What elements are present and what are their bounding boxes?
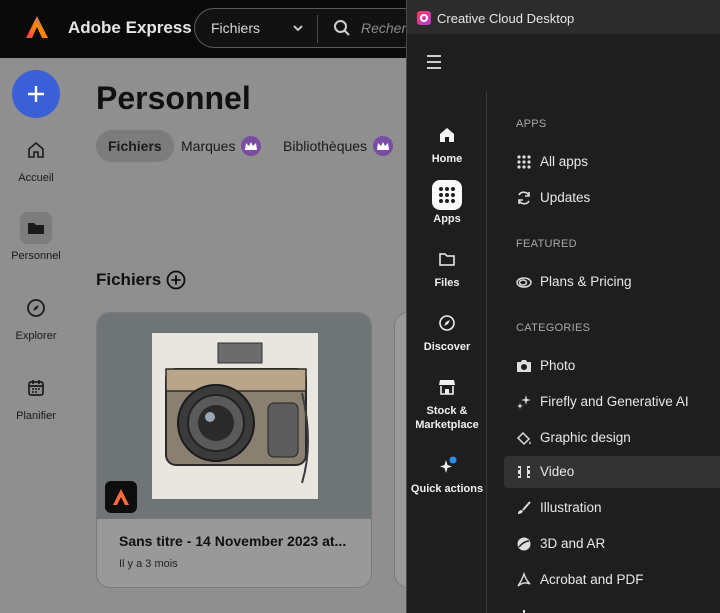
sparkle-icon xyxy=(432,450,462,480)
nav-label: Discover xyxy=(423,341,471,353)
brand-name[interactable]: Adobe Express xyxy=(68,18,192,38)
storefront-icon xyxy=(432,372,462,402)
section-heading-featured: FEATURED xyxy=(516,238,577,250)
express-file-badge-icon xyxy=(105,481,137,513)
section-heading-categories: CATEGORIES xyxy=(516,322,591,334)
file-modified-time: Il y a 3 mois xyxy=(119,558,178,570)
premium-crown-icon xyxy=(373,136,394,157)
sidebar-item-plans-pricing[interactable]: Plans & Pricing xyxy=(504,266,720,298)
camera-icon xyxy=(517,360,531,372)
nav-label-stock: Stock & Marketplace xyxy=(415,405,479,431)
nav-label: Files xyxy=(434,277,460,289)
nav-stock-marketplace[interactable]: Stock & Marketplace xyxy=(407,372,487,432)
plus-icon xyxy=(28,86,44,102)
acrobat-icon xyxy=(517,572,531,587)
file-title: Sans titre - 14 November 2023 at... xyxy=(119,533,347,549)
cc-left-nav: Home Apps Files Discover Stock & Marketpl… xyxy=(407,92,487,613)
cc-apps-sidebar: APPS All apps Updates FEATURED Plans & P… xyxy=(488,92,720,613)
nav-apps[interactable]: Apps xyxy=(407,180,487,226)
home-icon xyxy=(432,120,462,150)
film-icon xyxy=(518,466,530,478)
rail-label: Explorer xyxy=(15,330,57,342)
window-titlebar: Creative Cloud Desktop xyxy=(407,0,720,34)
adobe-express-logo-icon[interactable] xyxy=(24,14,50,40)
sidebar-item-label: Video xyxy=(540,464,575,479)
express-left-rail: Accueil Personnel Explorer Planifier xyxy=(0,58,72,613)
sparkles-icon xyxy=(517,395,531,409)
window-title: Creative Cloud Desktop xyxy=(437,11,575,26)
rail-label: Planifier xyxy=(16,410,56,422)
nav-files[interactable]: Files xyxy=(407,244,487,290)
premium-crown-icon xyxy=(241,136,262,157)
sidebar-item-partial[interactable] xyxy=(504,600,720,613)
sidebar-item-illustration[interactable]: Illustration xyxy=(504,492,720,524)
paint-bucket-icon xyxy=(516,431,531,446)
file-thumbnail xyxy=(97,313,371,519)
camera-sketch-image xyxy=(152,333,318,499)
calendar-icon xyxy=(20,372,52,404)
search-bar[interactable]: Fichiers Recherch xyxy=(194,8,434,48)
page-title: Personnel xyxy=(96,80,251,116)
rail-item-accueil[interactable]: Accueil xyxy=(0,134,72,184)
tab-bibliotheques[interactable]: Bibliothèques xyxy=(283,130,394,162)
compass-icon xyxy=(432,308,462,338)
sidebar-item-label: Plans & Pricing xyxy=(540,274,632,289)
sidebar-item-video[interactable]: Video xyxy=(504,456,720,488)
rail-label: Accueil xyxy=(18,172,54,184)
sidebar-item-all-apps[interactable]: All apps xyxy=(504,146,720,178)
nav-label: Apps xyxy=(433,213,461,225)
grid-icon xyxy=(517,155,531,169)
create-button[interactable] xyxy=(12,70,60,118)
search-scope-select[interactable]: Fichiers xyxy=(211,20,260,36)
sidebar-item-photo[interactable]: Photo xyxy=(504,350,720,382)
sidebar-item-label: Photo xyxy=(540,358,576,373)
rail-item-explorer[interactable]: Explorer xyxy=(0,292,72,342)
tab-label: Fichiers xyxy=(108,138,162,154)
apps-grid-icon xyxy=(432,180,462,210)
compass-icon xyxy=(20,292,52,324)
section-heading-apps: APPS xyxy=(516,118,547,130)
creative-cloud-window: Creative Cloud Desktop Home Apps Files D… xyxy=(406,0,720,613)
rail-label: Personnel xyxy=(11,250,61,262)
file-card[interactable]: Sans titre - 14 November 2023 at... Il y… xyxy=(96,312,372,588)
sphere-icon xyxy=(517,537,531,551)
sidebar-item-label: Illustration xyxy=(540,500,602,515)
nav-home[interactable]: Home xyxy=(407,120,487,166)
sidebar-item-label: Firefly and Generative AI xyxy=(540,394,689,409)
search-icon xyxy=(334,20,350,36)
refresh-icon xyxy=(518,191,530,205)
sidebar-item-label: All apps xyxy=(540,154,589,169)
nav-quick-actions[interactable]: Quick actions xyxy=(407,450,487,496)
sidebar-item-updates[interactable]: Updates xyxy=(504,182,720,214)
tab-marques[interactable]: Marques xyxy=(181,130,262,162)
folder-icon xyxy=(432,244,462,274)
sidebar-item-label: 3D and AR xyxy=(540,536,606,551)
brush-icon xyxy=(518,501,531,514)
sidebar-item-graphic-design[interactable]: Graphic design xyxy=(504,422,720,454)
nav-label: Home xyxy=(431,153,463,165)
home-icon xyxy=(20,134,52,166)
chevron-down-icon[interactable] xyxy=(291,21,305,35)
tab-label: Marques xyxy=(181,138,236,154)
sidebar-item-label: Graphic design xyxy=(540,430,631,445)
tab-label: Bibliothèques xyxy=(283,138,368,154)
add-folder-icon[interactable] xyxy=(166,270,186,290)
nav-discover[interactable]: Discover xyxy=(407,308,487,354)
sidebar-item-3d-ar[interactable]: 3D and AR xyxy=(504,528,720,560)
section-title: Fichiers xyxy=(96,270,162,289)
cc-logo-icon xyxy=(516,277,532,288)
rail-item-personnel[interactable]: Personnel xyxy=(0,212,72,262)
tab-fichiers[interactable]: Fichiers xyxy=(96,130,174,162)
search-divider xyxy=(317,15,318,43)
folder-icon xyxy=(20,212,52,244)
nav-label: Quick actions xyxy=(410,483,484,495)
sidebar-item-label: Acrobat and PDF xyxy=(540,572,644,587)
sidebar-item-acrobat-pdf[interactable]: Acrobat and PDF xyxy=(504,564,720,596)
hamburger-menu-icon[interactable] xyxy=(425,54,445,70)
partial-icon xyxy=(523,610,525,613)
sidebar-item-label: Updates xyxy=(540,190,591,205)
sidebar-item-firefly[interactable]: Firefly and Generative AI xyxy=(504,386,720,418)
creative-cloud-app-icon xyxy=(417,11,431,25)
rail-item-planifier[interactable]: Planifier xyxy=(0,372,72,422)
